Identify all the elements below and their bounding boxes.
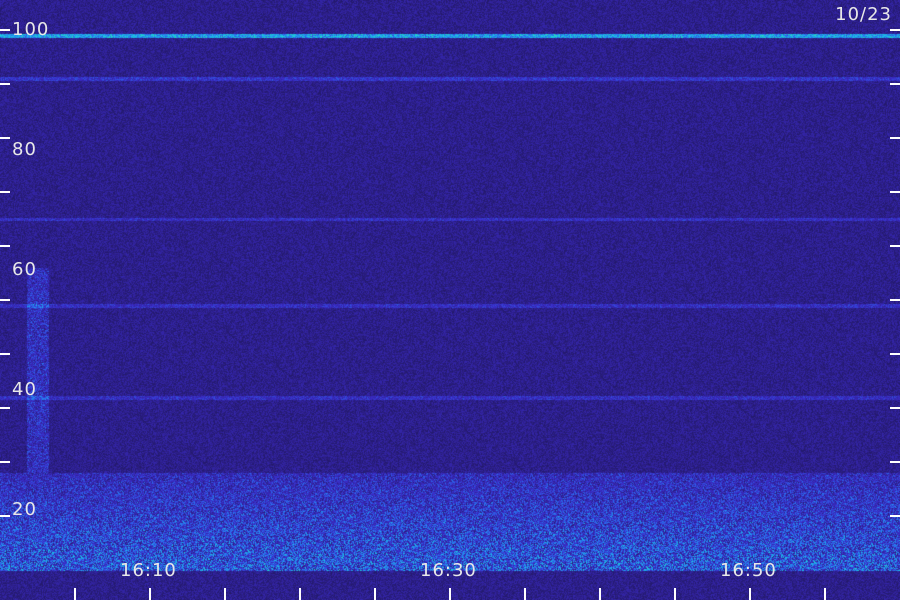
y-tick-right-10 bbox=[890, 515, 900, 517]
y-tick-label-40: 40 bbox=[12, 379, 37, 400]
y-tick-right-50 bbox=[890, 299, 900, 301]
y-tick-left-90 bbox=[0, 83, 10, 85]
y-tick-label-20: 20 bbox=[12, 499, 37, 520]
x-tick-45 bbox=[674, 588, 676, 600]
y-tick-left-60 bbox=[0, 245, 10, 247]
y-tick-left-50 bbox=[0, 299, 10, 301]
y-tick-left-70 bbox=[0, 191, 10, 193]
x-tick-50 bbox=[749, 588, 751, 600]
x-tick-15 bbox=[224, 588, 226, 600]
x-tick-35 bbox=[524, 588, 526, 600]
y-tick-left-30 bbox=[0, 407, 10, 409]
y-tick-right-40 bbox=[890, 353, 900, 355]
spectrogram-chart: 10/23 20 40 60 80 100 16:10 16:30 16:50 bbox=[0, 0, 900, 600]
x-tick-55 bbox=[824, 588, 826, 600]
y-tick-label-80: 80 bbox=[12, 139, 37, 160]
y-tick-right-20 bbox=[890, 461, 900, 463]
x-tick-10 bbox=[149, 588, 151, 600]
y-tick-label-100: 100 bbox=[12, 19, 50, 40]
x-tick-label-1610: 16:10 bbox=[120, 560, 177, 581]
date-label: 10/23 bbox=[835, 4, 892, 25]
y-tick-right-70 bbox=[890, 191, 900, 193]
x-tick-label-1630: 16:30 bbox=[420, 560, 477, 581]
x-tick-25 bbox=[374, 588, 376, 600]
y-tick-right-100 bbox=[890, 29, 900, 31]
y-tick-right-90 bbox=[890, 83, 900, 85]
y-tick-left-40 bbox=[0, 353, 10, 355]
x-tick-5 bbox=[74, 588, 76, 600]
x-tick-30 bbox=[449, 588, 451, 600]
y-tick-label-60: 60 bbox=[12, 259, 37, 280]
y-tick-left-20 bbox=[0, 461, 10, 463]
y-tick-right-30 bbox=[890, 407, 900, 409]
y-tick-right-80 bbox=[890, 137, 900, 139]
y-tick-left-100 bbox=[0, 29, 10, 31]
x-tick-40 bbox=[599, 588, 601, 600]
chart-overlay: 10/23 20 40 60 80 100 16:10 16:30 16:50 bbox=[0, 0, 900, 600]
y-tick-left-10 bbox=[0, 515, 10, 517]
y-tick-left-80 bbox=[0, 137, 10, 139]
x-tick-label-1650: 16:50 bbox=[720, 560, 777, 581]
y-tick-right-60 bbox=[890, 245, 900, 247]
x-tick-20 bbox=[299, 588, 301, 600]
